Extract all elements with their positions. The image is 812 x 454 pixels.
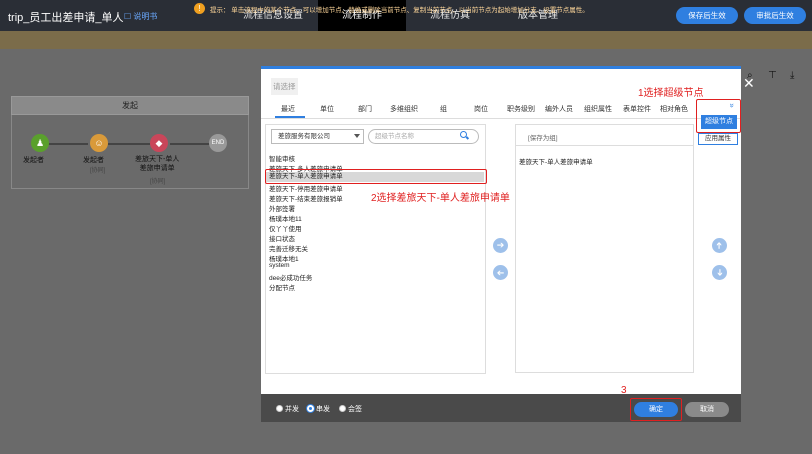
caret-down-icon xyxy=(354,134,360,138)
tab-post[interactable]: 岗位 xyxy=(474,104,488,114)
tab-external[interactable]: 编外人员 xyxy=(545,104,573,114)
dialog-accent xyxy=(261,66,741,69)
flow-connector xyxy=(170,143,210,145)
list-item[interactable]: 接口状态 xyxy=(269,233,295,243)
search-icon[interactable] xyxy=(460,131,467,138)
annotation-step3: 3 xyxy=(621,385,627,396)
close-icon[interactable]: ✕ xyxy=(743,75,755,92)
list-item[interactable]: 杨璞本地11 xyxy=(269,213,302,223)
flow-connector xyxy=(48,143,88,145)
end-node[interactable]: END xyxy=(209,134,227,152)
radio-serial[interactable] xyxy=(307,405,314,412)
flow-lane-header: 发起 xyxy=(11,96,249,115)
annotation-box-step1 xyxy=(696,99,741,133)
list-item[interactable]: 仅丫丫使用 xyxy=(269,223,302,233)
apply-attr-button[interactable]: 应用属性 xyxy=(698,133,738,145)
save-as-group-link[interactable]: [保存为组] xyxy=(528,132,558,142)
list-item[interactable]: dee必成功任务 xyxy=(269,272,312,282)
move-down-icon[interactable]: ➔ xyxy=(712,265,727,280)
tab-form-control[interactable]: 表单控件 xyxy=(623,104,651,114)
list-item[interactable]: 完善迁移无关 xyxy=(269,243,308,253)
approve-effective-button[interactable]: 审批后生效 xyxy=(744,7,806,24)
tab-level[interactable]: 职务级别 xyxy=(507,104,535,114)
tab-org-attr[interactable]: 组织属性 xyxy=(584,104,612,114)
app-title: trip_员工出差申请_单人 xyxy=(8,12,124,24)
cancel-button[interactable]: 取消 xyxy=(685,402,729,417)
notice-bar xyxy=(0,31,812,49)
tab-recent[interactable]: 最近 xyxy=(281,104,295,114)
tab-dept[interactable]: 部门 xyxy=(358,104,372,114)
remove-arrow-icon[interactable]: ➔ xyxy=(493,265,508,280)
flow-connector xyxy=(108,143,150,145)
layout-icon[interactable]: ⊤ xyxy=(768,70,777,81)
node-sub: [协同] xyxy=(90,168,106,174)
warning-icon: ! xyxy=(194,3,205,14)
radio-label: 串发 xyxy=(316,406,330,413)
selector-tabs: 最近 单位 部门 多维组织 组 岗位 职务级别 编外人员 组织属性 表单控件 相… xyxy=(261,98,741,119)
super-node-icon[interactable]: ◆ xyxy=(150,134,168,152)
list-item[interactable]: 差旅天下-停用差旅申请单 xyxy=(269,183,343,193)
annotation-box-step3 xyxy=(630,398,682,421)
selected-item[interactable]: 差旅天下-单人差旅申请单 xyxy=(519,156,593,166)
list-item[interactable]: 智能审核 xyxy=(269,153,295,163)
list-item[interactable]: 外部签署 xyxy=(269,203,295,213)
node-label: 差旅天下-单人 差旅申请单 xyxy=(135,156,180,172)
dialog-title: 请选择 xyxy=(271,78,298,95)
flow-lane xyxy=(11,115,249,189)
list-item[interactable]: 差旅天下-结束差旅报销单 xyxy=(269,193,343,203)
radio-countersign[interactable] xyxy=(339,405,346,412)
node-label: 发起者 xyxy=(83,157,104,164)
list-item[interactable]: 分配节点 xyxy=(269,282,295,292)
annotation-step1: 1选择超级节点 xyxy=(638,88,704,99)
move-up-icon[interactable]: ➔ xyxy=(712,238,727,253)
node-sub: [协同] xyxy=(150,179,166,185)
annotation-box-step2 xyxy=(265,169,487,184)
start-node-icon[interactable]: ♟ xyxy=(31,134,49,152)
org-select[interactable]: 差旅服务有限公司 xyxy=(271,129,364,144)
save-effective-button[interactable]: 保存后生效 xyxy=(676,7,738,24)
node-label: 发起者 xyxy=(23,157,44,164)
radio-label: 会签 xyxy=(348,406,362,413)
book-icon: ☐ xyxy=(124,12,132,21)
notice-text: 提示： 单击流程中的某个节点，可以增加节点、替换或删除当前节点、复制当前节点、以… xyxy=(210,7,589,14)
tab-underline xyxy=(275,116,305,118)
tab-relative-role[interactable]: 相对角色 xyxy=(660,104,688,114)
annotation-step2: 2选择差旅天下-单人差旅申请单 xyxy=(371,193,510,204)
list-item[interactable]: system xyxy=(269,262,290,269)
radio-parallel[interactable] xyxy=(276,405,283,412)
manual-link[interactable]: ☐ 说明书 xyxy=(124,11,157,22)
tab-multi-org[interactable]: 多维组织 xyxy=(390,104,418,114)
add-arrow-icon[interactable]: ➔ xyxy=(493,238,508,253)
tab-unit[interactable]: 单位 xyxy=(320,104,334,114)
user-node-icon[interactable]: ☺ xyxy=(90,134,108,152)
radio-label: 并发 xyxy=(285,406,299,413)
tab-group[interactable]: 组 xyxy=(440,104,447,114)
download-icon[interactable]: ⤓ xyxy=(790,70,794,81)
